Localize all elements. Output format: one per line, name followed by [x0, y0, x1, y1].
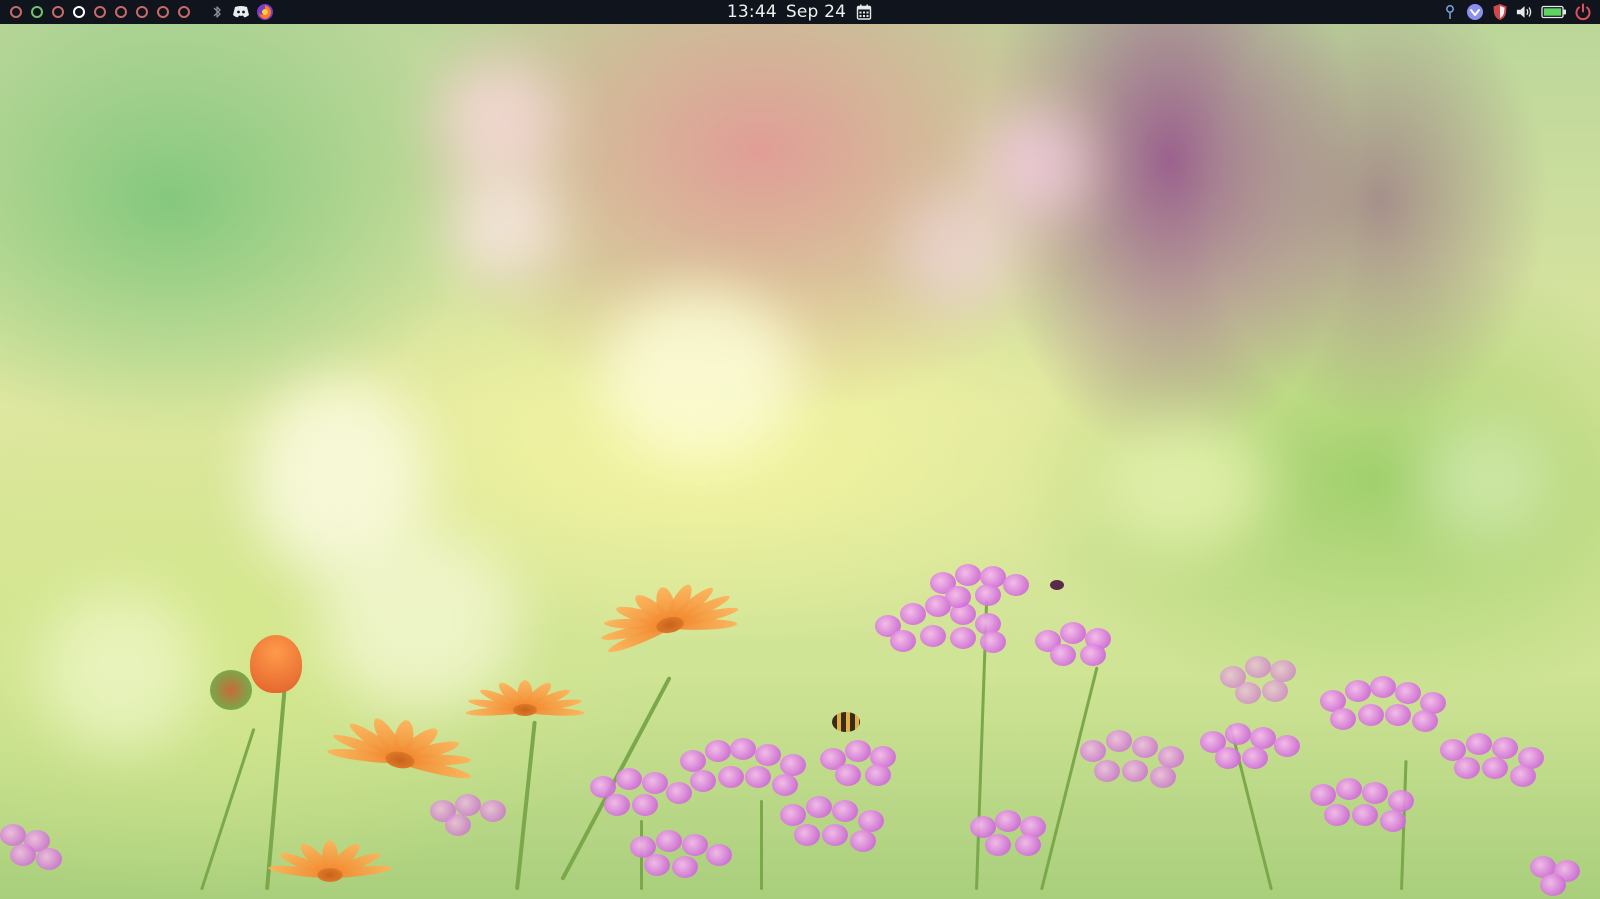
- vpn-icon[interactable]: [1466, 3, 1484, 21]
- workspace-button-3[interactable]: [52, 6, 64, 18]
- clock-date: Sep 24: [785, 2, 847, 22]
- volume-icon[interactable]: [1516, 3, 1534, 21]
- workspace-button-2[interactable]: [31, 6, 43, 18]
- left-tray: [208, 3, 274, 21]
- workspace-button-8[interactable]: [157, 6, 169, 18]
- panel-left-section: [10, 0, 274, 24]
- firefox-icon[interactable]: [256, 3, 274, 21]
- workspace-button-1[interactable]: [10, 6, 22, 18]
- clock-widget[interactable]: 13:44 Sep 24: [727, 2, 873, 22]
- discord-icon[interactable]: [232, 3, 250, 21]
- workspace-button-9[interactable]: [178, 6, 190, 18]
- calendar-icon[interactable]: [855, 3, 873, 21]
- desktop-wallpaper: [0, 0, 1600, 899]
- workspace-button-7[interactable]: [136, 6, 148, 18]
- system-tray: [1441, 0, 1592, 24]
- workspace-button-5[interactable]: [94, 6, 106, 18]
- workspace-switcher: [10, 6, 199, 18]
- bluetooth-icon[interactable]: [208, 3, 226, 21]
- orange-bud: [250, 635, 302, 693]
- network-icon[interactable]: [1441, 3, 1459, 21]
- top-panel: 13:44 Sep 24: [0, 0, 1600, 24]
- power-icon[interactable]: [1574, 3, 1592, 21]
- hoverfly: [1050, 580, 1064, 590]
- green-bud: [210, 670, 252, 710]
- bee: [832, 712, 860, 732]
- clock-time: 13:44: [726, 2, 777, 22]
- workspace-button-4[interactable]: [73, 6, 85, 18]
- shield-icon[interactable]: [1491, 3, 1509, 21]
- workspace-button-6[interactable]: [115, 6, 127, 18]
- battery-icon[interactable]: [1541, 3, 1567, 21]
